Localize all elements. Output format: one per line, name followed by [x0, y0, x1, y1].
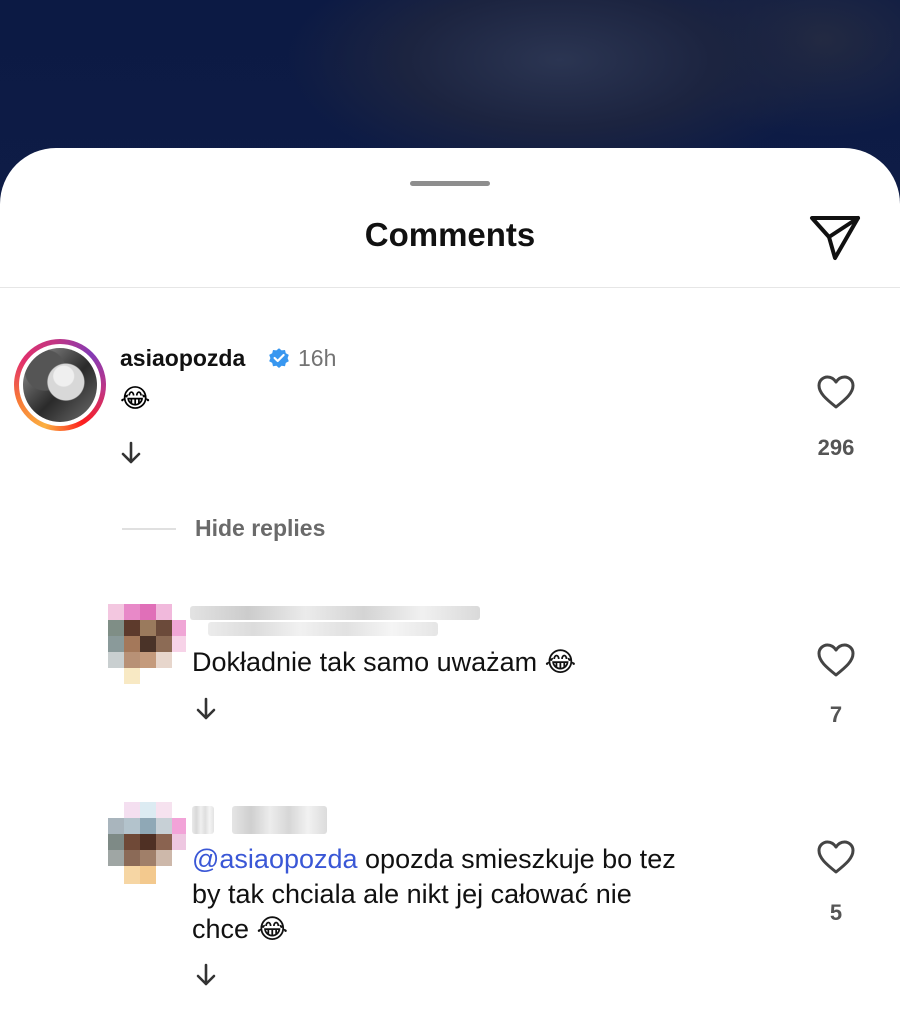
avatar[interactable]: [108, 802, 186, 884]
heart-outline-icon[interactable]: [816, 642, 856, 678]
like-count: 5: [829, 900, 843, 925]
thread-line: [122, 528, 176, 530]
avatar[interactable]: [108, 604, 186, 684]
arrow-down-icon[interactable]: [193, 696, 219, 722]
verified-badge-icon: [269, 348, 289, 368]
heart-outline-icon[interactable]: [816, 374, 856, 410]
like-count: 7: [829, 702, 843, 727]
avatar: [23, 348, 97, 422]
arrow-down-icon[interactable]: [193, 962, 219, 988]
hide-replies-button[interactable]: Hide replies: [195, 515, 325, 542]
heart-outline-icon[interactable]: [816, 839, 856, 875]
sheet-grabber-handle[interactable]: [410, 181, 490, 186]
arrow-down-icon[interactable]: [118, 440, 144, 466]
reply-text: Dokładnie tak samo uważam 😂: [192, 647, 577, 677]
reply-username-redacted[interactable]: [190, 606, 480, 620]
mention-link[interactable]: @asiaopozda: [192, 844, 358, 874]
reply-username-redacted[interactable]: [192, 806, 214, 834]
reply-text-line: by tak chciala ale nikt jej całować nie: [192, 879, 632, 909]
sheet-title: Comments: [364, 216, 536, 253]
comment-timestamp: 16h: [298, 345, 337, 371]
comment-username[interactable]: asiaopozda: [120, 345, 245, 372]
header-divider: [0, 287, 900, 288]
comment-text: 😂: [120, 383, 151, 413]
like-count: 296: [817, 435, 855, 460]
reply-text-line: chce 😂: [192, 914, 289, 944]
reply-text-line: @asiaopozda opozda smieszkuje bo tez: [192, 844, 676, 874]
avatar-story-ring[interactable]: [14, 339, 106, 431]
paper-plane-icon[interactable]: [808, 210, 862, 264]
